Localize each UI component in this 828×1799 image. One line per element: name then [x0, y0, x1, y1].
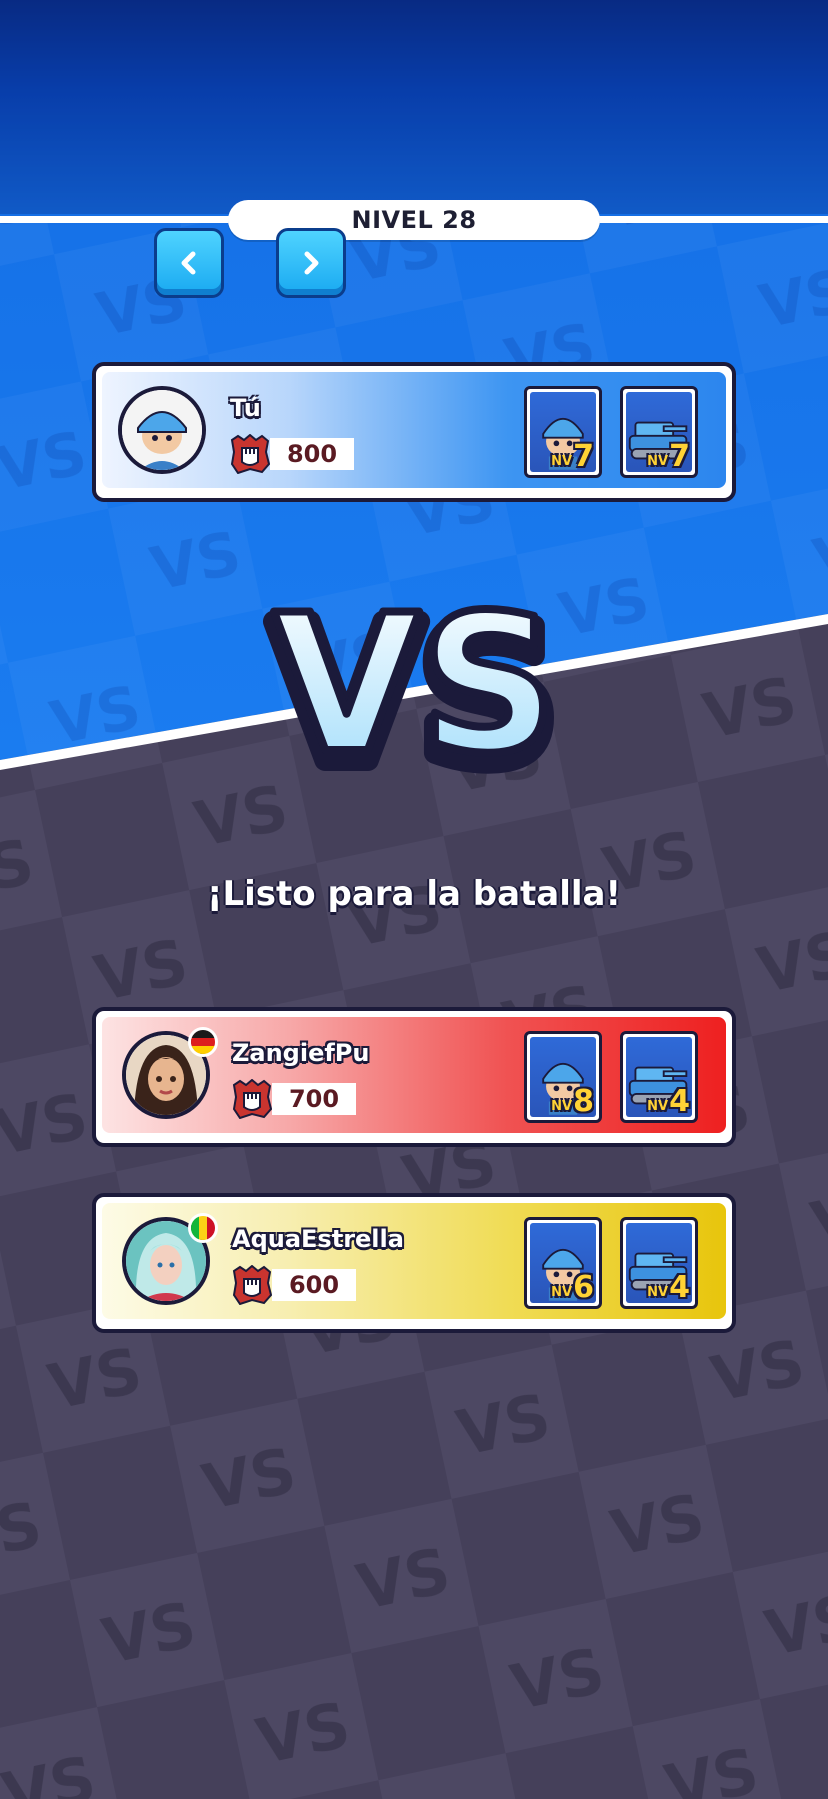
unit-level-prefix: NV: [647, 1099, 669, 1114]
chevron-left-icon: [181, 251, 196, 275]
score-value: 800: [270, 438, 354, 470]
unit-level-prefix: NV: [551, 454, 573, 469]
unit-level: 6: [573, 1270, 594, 1303]
player-card-self: Tú 800 NV 7 NV 7: [92, 362, 736, 502]
player-name: Tú: [230, 394, 261, 422]
fist-icon: [232, 1265, 272, 1305]
unit-level-prefix: NV: [647, 454, 669, 469]
trophy-score: 700: [232, 1079, 360, 1119]
level-label: NIVEL 28: [351, 206, 477, 234]
unit-level: 4: [669, 1084, 690, 1117]
unit-card-tank[interactable]: NV 4: [620, 1217, 698, 1309]
unit-level: 7: [573, 439, 594, 472]
trophy-score: 600: [232, 1265, 360, 1305]
germany-flag-icon: [188, 1027, 218, 1057]
vs-text: VS: [273, 590, 557, 790]
unit-card-soldier[interactable]: NV 7: [524, 386, 602, 478]
unit-level: 8: [573, 1084, 594, 1117]
vs-logo: VS VS: [262, 590, 568, 790]
ready-message: ¡Listo para la batalla!: [206, 874, 621, 914]
unit-card-soldier[interactable]: NV 6: [524, 1217, 602, 1309]
prev-button[interactable]: [154, 228, 224, 298]
fist-icon: [230, 434, 270, 474]
unit-level: 7: [669, 439, 690, 472]
next-button[interactable]: [276, 228, 346, 298]
player-name: AquaEstrella: [232, 1225, 404, 1253]
unit-card-tank[interactable]: NV 4: [620, 1031, 698, 1123]
unit-level-prefix: NV: [551, 1285, 573, 1300]
score-value: 600: [272, 1269, 356, 1301]
unit-level-prefix: NV: [551, 1099, 573, 1114]
player-name: ZangiefPu: [232, 1039, 370, 1067]
player-card-opponent-1: ZangiefPu 700 NV 8 NV 4: [92, 1007, 736, 1147]
soldier-avatar: [118, 386, 206, 474]
unit-card-tank[interactable]: NV 7: [620, 386, 698, 478]
unit-card-soldier[interactable]: NV 8: [524, 1031, 602, 1123]
vs-screen: VS VS VS VS NIVEL 28: [0, 0, 828, 1799]
player-card-opponent-2: AquaEstrella 600 NV 6 NV 4: [92, 1193, 736, 1333]
fist-icon: [232, 1079, 272, 1119]
unit-level-prefix: NV: [647, 1285, 669, 1300]
mali-flag-icon: [188, 1213, 218, 1243]
unit-level: 4: [669, 1270, 690, 1303]
score-value: 700: [272, 1083, 356, 1115]
trophy-score: 800: [230, 434, 358, 474]
chevron-right-icon: [304, 251, 319, 275]
